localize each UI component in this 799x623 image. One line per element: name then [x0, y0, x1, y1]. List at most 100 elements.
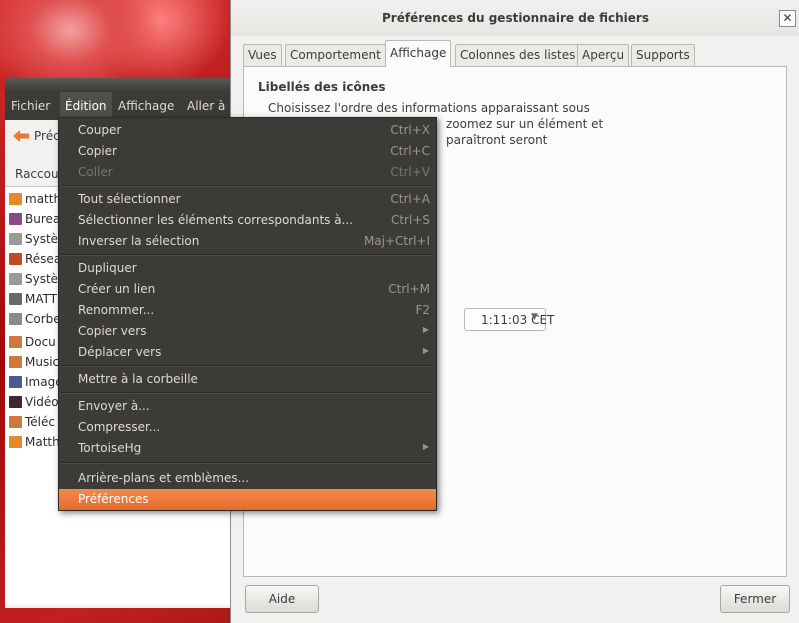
- submenu-arrow-icon: ▶: [422, 325, 429, 334]
- menu-item-label: Compresser...: [78, 420, 161, 434]
- menu-item-label: Arrière-plans et emblèmes...: [78, 471, 250, 485]
- sidebar-item-label: Systè: [25, 232, 59, 246]
- menu-item-inverser-selection[interactable]: Inverser la sélection Maj+Ctrl+I: [59, 231, 436, 252]
- folder-icon: [9, 436, 22, 448]
- menu-item-shortcut: Ctrl+A: [390, 192, 430, 206]
- menu-item-mettre-corbeille[interactable]: Mettre à la corbeille: [59, 369, 436, 390]
- menu-item-label: Inverser la sélection: [78, 234, 200, 248]
- menu-item-couper[interactable]: Couper Ctrl+X: [59, 120, 436, 141]
- menu-item-preferences[interactable]: Préférences: [59, 489, 436, 510]
- chevron-down-icon: ▼: [531, 312, 538, 322]
- menu-item-shortcut: Maj+Ctrl+I: [363, 234, 430, 248]
- menu-item-shortcut: Ctrl+V: [390, 165, 430, 179]
- sidebar-item-label: Téléc: [25, 415, 55, 429]
- menu-aller-a[interactable]: Aller à: [187, 99, 225, 113]
- menu-item-arriere-plans[interactable]: Arrière-plans et emblèmes...: [59, 468, 436, 489]
- menu-item-label: Couper: [78, 123, 122, 137]
- back-arrow-icon[interactable]: [13, 130, 29, 142]
- menu-separator: [61, 462, 434, 464]
- close-icon[interactable]: ✕: [779, 10, 796, 27]
- menu-separator: [61, 365, 434, 367]
- date-format-combo[interactable]: 1:11:03 CET ▼: [464, 308, 554, 331]
- sidebar-item-label: Burea: [25, 212, 61, 226]
- menu-separator: [61, 254, 434, 256]
- menu-affichage[interactable]: Affichage: [118, 99, 174, 113]
- menu-item-coller[interactable]: Coller Ctrl+V: [59, 162, 436, 183]
- menu-item-shortcut: F2: [415, 303, 430, 317]
- close-button[interactable]: Fermer: [720, 585, 790, 613]
- menu-separator: [61, 392, 434, 394]
- tab-supports[interactable]: Supports: [631, 44, 695, 66]
- menu-item-label: Envoyer à...: [78, 399, 150, 413]
- drive-icon: [9, 233, 22, 245]
- menu-fichier[interactable]: Fichier: [11, 99, 50, 113]
- file-manager-titlebar: [5, 78, 243, 92]
- usb-drive-icon: [9, 293, 22, 305]
- menu-item-label: Renommer...: [78, 303, 155, 317]
- section-description: zoomez sur un élément et: [446, 117, 604, 131]
- menu-item-copier[interactable]: Copier Ctrl+C: [59, 141, 436, 162]
- section-description: paraîtront seront: [446, 133, 548, 147]
- sidebar-item-label: Image: [25, 375, 63, 389]
- section-title: Libellés des icônes: [258, 80, 386, 94]
- menu-item-tout-selectionner[interactable]: Tout sélectionner Ctrl+A: [59, 189, 436, 210]
- submenu-arrow-icon: ▶: [422, 346, 429, 355]
- home-folder-icon: [9, 193, 22, 205]
- desktop-icon: [9, 213, 22, 225]
- dialog-title: Préférences du gestionnaire de fichiers: [382, 11, 649, 25]
- tab-vues[interactable]: Vues: [243, 44, 282, 66]
- menu-edition[interactable]: Édition: [65, 99, 107, 113]
- date-format-value: 1:11:03 CET: [481, 313, 555, 327]
- menu-item-label: Déplacer vers: [78, 345, 162, 359]
- menu-item-dupliquer[interactable]: Dupliquer: [59, 258, 436, 279]
- menu-item-shortcut: Ctrl+X: [390, 123, 430, 137]
- menu-item-label: Tout sélectionner: [78, 192, 181, 206]
- sidebar-header: Raccou: [15, 167, 59, 181]
- back-button-label[interactable]: Préc: [34, 129, 60, 143]
- drive-icon: [9, 273, 22, 285]
- menu-item-copier-vers[interactable]: Copier vers ▶: [59, 321, 436, 342]
- menu-item-renommer[interactable]: Renommer... F2: [59, 300, 436, 321]
- tab-affichage[interactable]: Affichage: [385, 40, 452, 67]
- menu-item-selectionner-correspondants[interactable]: Sélectionner les éléments correspondants…: [59, 210, 436, 231]
- menu-item-label: Sélectionner les éléments correspondants…: [78, 213, 354, 227]
- menu-item-shortcut: Ctrl+S: [390, 213, 430, 227]
- tab-colonnes-des-listes[interactable]: Colonnes des listes: [455, 44, 581, 66]
- tab-apercu[interactable]: Aperçu: [577, 44, 630, 66]
- menu-item-shortcut: Ctrl+M: [388, 282, 430, 296]
- menu-item-label: Copier: [78, 144, 117, 158]
- trash-icon: [9, 313, 22, 325]
- music-folder-icon: [9, 356, 22, 368]
- menu-item-deplacer-vers[interactable]: Déplacer vers ▶: [59, 342, 436, 363]
- menu-item-label: Copier vers: [78, 324, 147, 338]
- section-description: Choisissez l'ordre des informations appa…: [268, 101, 590, 115]
- tab-comportement[interactable]: Comportement: [285, 44, 386, 66]
- menu-item-label: Dupliquer: [78, 261, 137, 275]
- menu-item-label: TortoiseHg: [78, 441, 142, 455]
- sidebar-item-label: Corbe: [25, 312, 61, 326]
- sidebar-item-label: Music: [25, 355, 60, 369]
- menu-item-shortcut: Ctrl+C: [390, 144, 430, 158]
- sidebar-item-label: Résea: [25, 252, 62, 266]
- network-icon: [9, 253, 22, 265]
- downloads-folder-icon: [9, 416, 22, 428]
- pictures-folder-icon: [9, 376, 22, 388]
- sidebar-item-label: matth: [25, 192, 62, 206]
- sidebar-item-label: Vidéo: [25, 395, 59, 409]
- menu-item-creer-lien[interactable]: Créer un lien Ctrl+M: [59, 279, 436, 300]
- menu-item-compresser[interactable]: Compresser...: [59, 417, 436, 438]
- submenu-arrow-icon: ▶: [422, 442, 429, 451]
- help-button[interactable]: Aide: [245, 585, 319, 613]
- sidebar-item-label: Docu: [25, 335, 56, 349]
- menu-item-label: Coller: [78, 165, 113, 179]
- sidebar-item-label: Systè: [25, 272, 59, 286]
- dialog-titlebar: Préférences du gestionnaire de fichiers …: [231, 0, 799, 36]
- documents-folder-icon: [9, 336, 22, 348]
- menu-item-envoyer[interactable]: Envoyer à...: [59, 396, 436, 417]
- menu-separator: [61, 185, 434, 187]
- menu-item-label: Mettre à la corbeille: [78, 372, 198, 386]
- sidebar-item-label: MATT: [25, 292, 58, 306]
- menu-item-tortoisehg[interactable]: TortoiseHg ▶: [59, 438, 436, 459]
- sidebar-item-label: Matth: [25, 435, 60, 449]
- menu-item-label: Créer un lien: [78, 282, 156, 296]
